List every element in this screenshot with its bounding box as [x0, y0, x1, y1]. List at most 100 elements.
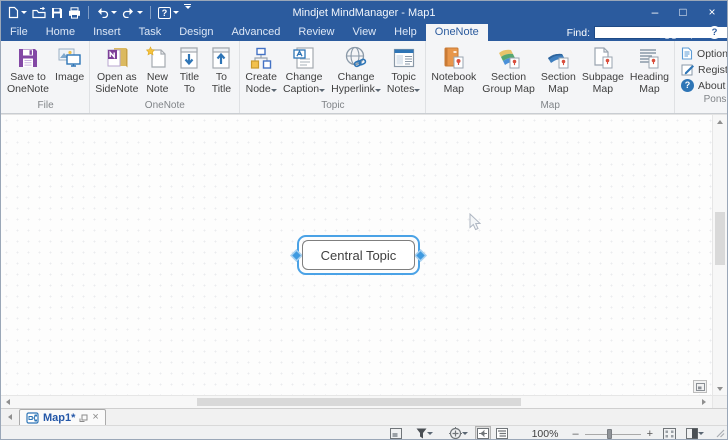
new-document-button[interactable] — [7, 4, 28, 22]
central-topic[interactable]: Central Topic — [297, 235, 420, 275]
about-button[interactable]: ? About — [677, 78, 728, 93]
close-tab-button[interactable]: × — [92, 413, 98, 422]
options-button[interactable]: Options — [677, 46, 728, 61]
arrow-left-icon — [6, 399, 10, 405]
tab-scroll-left-button[interactable] — [1, 409, 19, 425]
close-button[interactable]: × — [697, 1, 727, 24]
section-map-button[interactable]: Section Map — [538, 42, 579, 95]
dropdown-caret-icon — [375, 89, 381, 92]
save-to-onenote-button[interactable]: Save to OneNote — [4, 42, 52, 95]
add-topic-handle-right[interactable] — [414, 249, 427, 262]
find-bar: Find: ? — [567, 24, 727, 41]
open-as-sidenote-button[interactable]: Open as SideNote — [92, 42, 141, 95]
scroll-right-button[interactable] — [697, 396, 710, 408]
ribbon-tab-row: File Home Insert Task Design Advanced Re… — [1, 24, 727, 41]
undo-button[interactable] — [95, 4, 118, 22]
tab-design[interactable]: Design — [170, 24, 222, 41]
zoom-in-button[interactable]: + — [647, 428, 653, 440]
topic-notes-icon — [391, 44, 417, 72]
arrow-down-icon — [717, 387, 723, 391]
print-button[interactable] — [67, 4, 82, 22]
help-menu-button[interactable]: ? — [157, 4, 180, 22]
new-note-button[interactable]: New Note — [141, 42, 173, 95]
tab-review[interactable]: Review — [289, 24, 343, 41]
add-topic-handle-left[interactable] — [290, 249, 303, 262]
task-pane-button[interactable] — [686, 428, 704, 439]
dropdown-caret-icon — [462, 432, 468, 435]
fit-window-icon — [663, 428, 676, 440]
resize-grip[interactable] — [716, 429, 725, 440]
horizontal-scrollbar[interactable] — [1, 395, 727, 408]
register-button[interactable]: Register — [677, 62, 728, 77]
change-caption-button[interactable]: Change Caption — [280, 42, 328, 95]
section-group-map-button[interactable]: Section Group Map — [479, 42, 538, 95]
separator — [691, 27, 692, 39]
dropdown-caret-icon — [414, 89, 420, 92]
section-map-icon — [544, 44, 572, 72]
maximize-button[interactable]: □ — [669, 1, 697, 24]
horizontal-scrollbar-thumb[interactable] — [197, 398, 521, 406]
dropdown-caret-icon — [698, 432, 704, 435]
scroll-left-button[interactable] — [1, 396, 14, 408]
save-button[interactable] — [50, 4, 64, 22]
change-hyperlink-button[interactable]: Change Hyperlink — [328, 42, 384, 95]
zoom-slider[interactable] — [585, 428, 641, 440]
minimize-button[interactable]: – — [641, 1, 669, 24]
map-canvas[interactable]: Central Topic — [1, 114, 727, 395]
collapse-ribbon-button[interactable] — [698, 31, 704, 35]
save-to-onenote-icon — [15, 44, 41, 72]
create-node-button[interactable]: Create Node — [242, 42, 280, 95]
tab-file[interactable]: File — [1, 24, 37, 41]
to-title-button[interactable]: To Title — [205, 42, 237, 95]
subpage-map-button[interactable]: Subpage Map — [579, 42, 627, 95]
scroll-down-button[interactable] — [713, 382, 727, 395]
tab-view[interactable]: View — [343, 24, 385, 41]
find-options-button[interactable] — [664, 27, 685, 39]
map-view-button[interactable] — [475, 426, 491, 440]
tab-task[interactable]: Task — [130, 24, 171, 41]
tab-help[interactable]: Help — [385, 24, 426, 41]
notebook-map-button[interactable]: Notebook Map — [428, 42, 479, 95]
tab-advanced[interactable]: Advanced — [222, 24, 289, 41]
redo-button[interactable] — [121, 4, 144, 22]
central-topic-label[interactable]: Central Topic — [302, 240, 415, 270]
tab-onenote[interactable]: OneNote — [426, 24, 488, 41]
change-hyperlink-icon — [343, 44, 369, 72]
open-button[interactable] — [31, 4, 47, 22]
tab-home[interactable]: Home — [37, 24, 84, 41]
image-button[interactable]: Image — [52, 42, 87, 84]
zoom-out-button[interactable]: – — [572, 428, 578, 440]
zoom-select-button[interactable] — [449, 427, 468, 440]
topic-notes-button[interactable]: Topic Notes — [384, 42, 423, 95]
ribbon-group-onenote: Open as SideNote New Note Title To — [90, 41, 240, 113]
document-tab-map1[interactable]: Map1* × — [19, 409, 106, 425]
fit-map-to-window-button[interactable] — [663, 428, 676, 440]
quick-access-toolbar: ? — [1, 4, 192, 22]
heading-map-button[interactable]: Heading Map — [627, 42, 672, 95]
float-window-icon[interactable] — [79, 414, 88, 422]
tab-insert[interactable]: Insert — [84, 24, 130, 41]
open-folder-icon — [32, 7, 46, 19]
scroll-up-button[interactable] — [713, 115, 727, 128]
outline-view-button[interactable] — [494, 426, 510, 440]
ribbon-group-map: Notebook Map Section Group Map Section M… — [426, 41, 675, 113]
create-node-icon — [248, 44, 274, 72]
help-button[interactable]: ? — [708, 26, 721, 39]
title-to-button[interactable]: Title To — [173, 42, 205, 95]
undo-icon — [96, 7, 109, 18]
customize-qat-button[interactable] — [183, 4, 192, 22]
help-icon: ? — [158, 7, 171, 19]
fit-map-button[interactable] — [693, 380, 707, 393]
vertical-scrollbar[interactable] — [712, 115, 727, 395]
binoculars-icon — [664, 27, 677, 39]
section-group-map-icon — [495, 44, 523, 72]
mouse-cursor — [469, 213, 482, 231]
group-label-pons: Pons — [677, 93, 728, 107]
zoom-slider-thumb[interactable] — [607, 429, 612, 439]
filter-button[interactable] — [416, 428, 433, 439]
ribbon-group-topic: Create Node Change Caption Change Hyperl… — [240, 41, 426, 113]
show-balanced-map-button[interactable] — [390, 428, 402, 439]
dropdown-caret-icon — [111, 11, 117, 14]
vertical-scrollbar-thumb[interactable] — [715, 212, 725, 265]
dropdown-caret-icon — [319, 89, 325, 92]
